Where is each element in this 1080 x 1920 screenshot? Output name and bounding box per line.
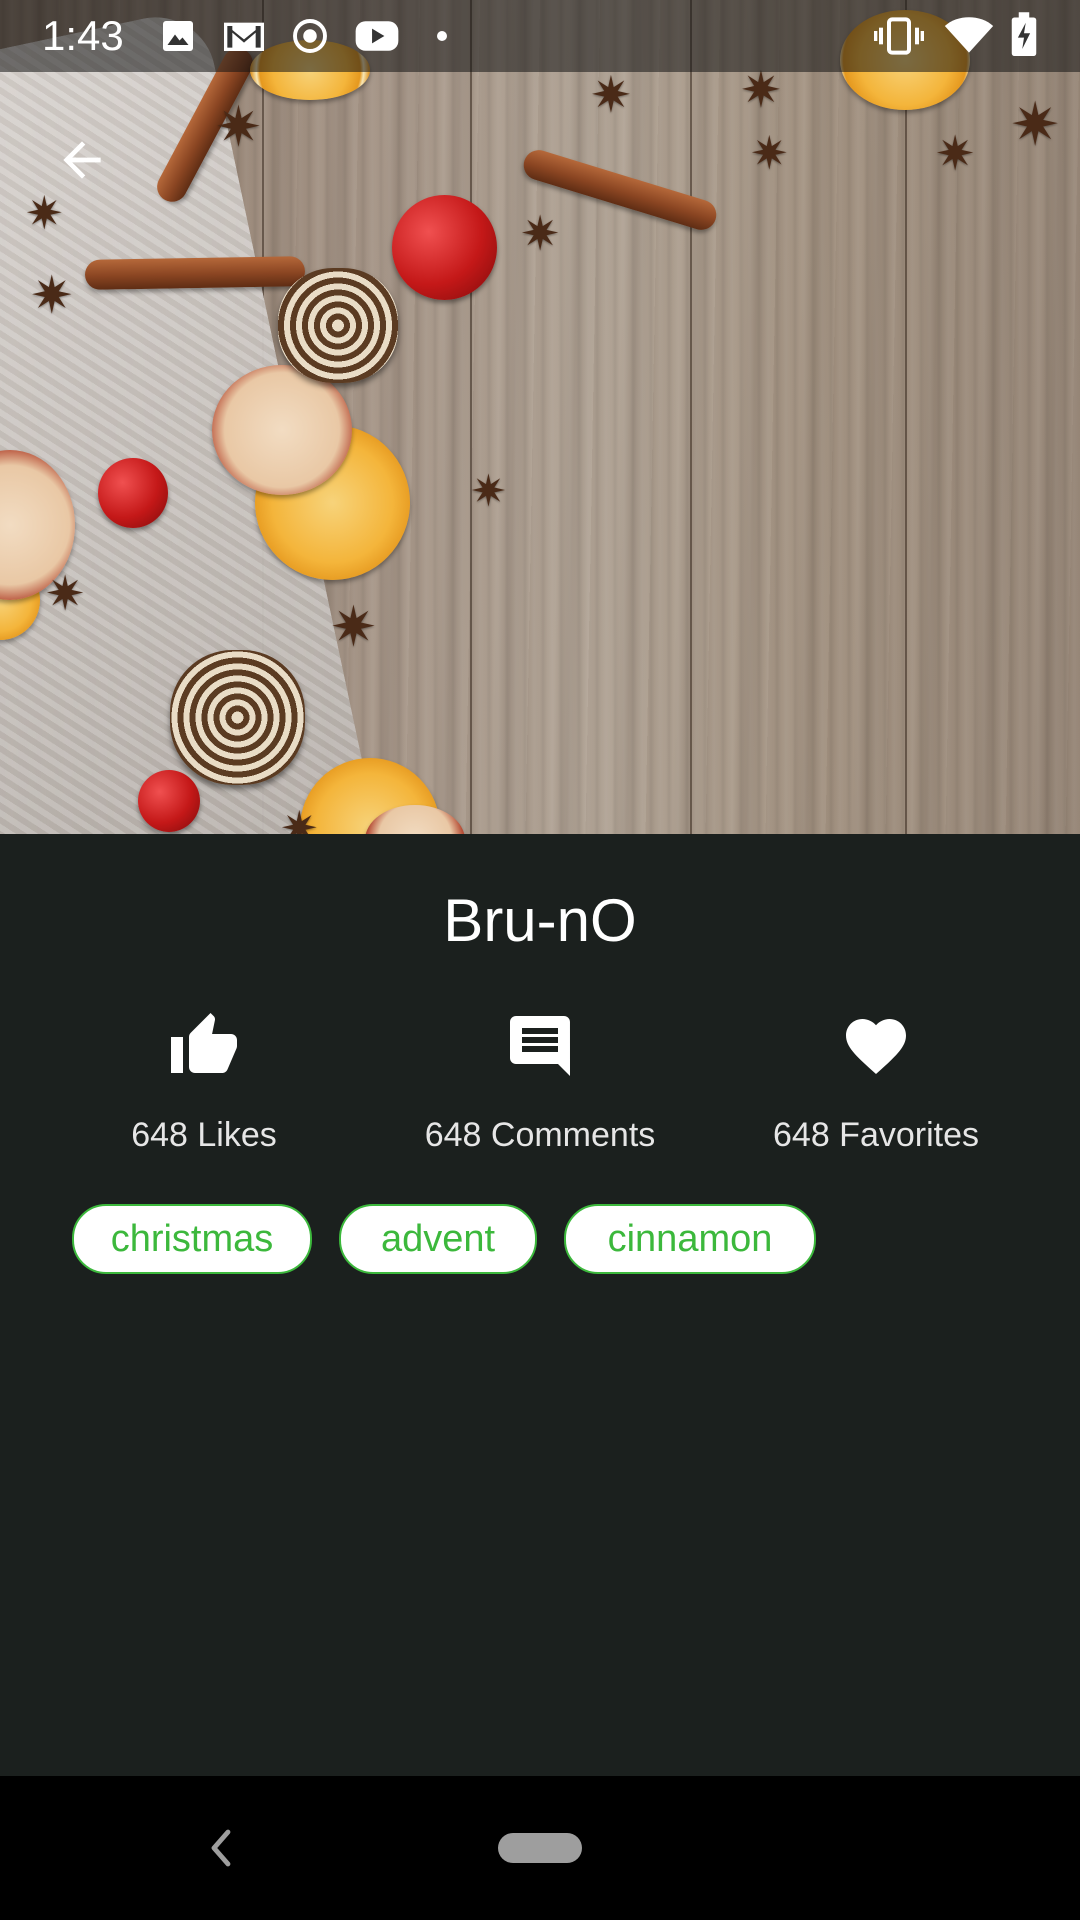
back-arrow-icon xyxy=(63,141,101,179)
tag-chip-cinnamon[interactable]: cinnamon xyxy=(564,1204,816,1274)
hero-photo: ✷ ✷ ✷ ✷ ✷ ✷ ✷ ✷ ✷ ✷ ✷ ✷ ✷ xyxy=(0,0,1080,834)
heart-icon xyxy=(846,1019,906,1075)
favorites-stat[interactable]: 648 Favorites xyxy=(716,1010,1036,1156)
battery-charging-icon xyxy=(1011,12,1037,56)
status-time: 1:43 xyxy=(42,12,124,59)
nav-back-icon[interactable] xyxy=(198,1820,246,1876)
profile-name: Bru-nO xyxy=(443,887,637,954)
favorites-label: 648 Favorites xyxy=(773,1116,979,1154)
image-icon xyxy=(163,21,193,51)
youtube-icon xyxy=(355,21,399,51)
status-bar: 1:43 xyxy=(0,0,1080,72)
likes-stat[interactable]: 648 Likes xyxy=(44,1010,364,1156)
thumbs-up-icon xyxy=(171,1013,237,1073)
comment-icon xyxy=(510,1016,570,1076)
tag-chip-advent[interactable]: advent xyxy=(339,1204,537,1274)
gmail-icon xyxy=(224,22,264,51)
wifi-icon xyxy=(944,17,994,53)
likes-label: 648 Likes xyxy=(131,1116,277,1154)
nav-home-pill[interactable] xyxy=(498,1833,582,1863)
dot-icon xyxy=(437,31,447,41)
navigation-bar xyxy=(0,1776,1080,1920)
record-icon xyxy=(293,19,327,53)
comments-label: 648 Comments xyxy=(424,1116,656,1154)
comments-stat[interactable]: 648 Comments xyxy=(380,1010,700,1156)
tag-chip-christmas[interactable]: christmas xyxy=(72,1204,312,1274)
vibrate-icon xyxy=(874,17,924,55)
back-button[interactable] xyxy=(40,118,124,202)
photo-detail-screen: ✷ ✷ ✷ ✷ ✷ ✷ ✷ ✷ ✷ ✷ ✷ ✷ ✷ 1:43 Bru-nO 64… xyxy=(0,0,1080,1920)
